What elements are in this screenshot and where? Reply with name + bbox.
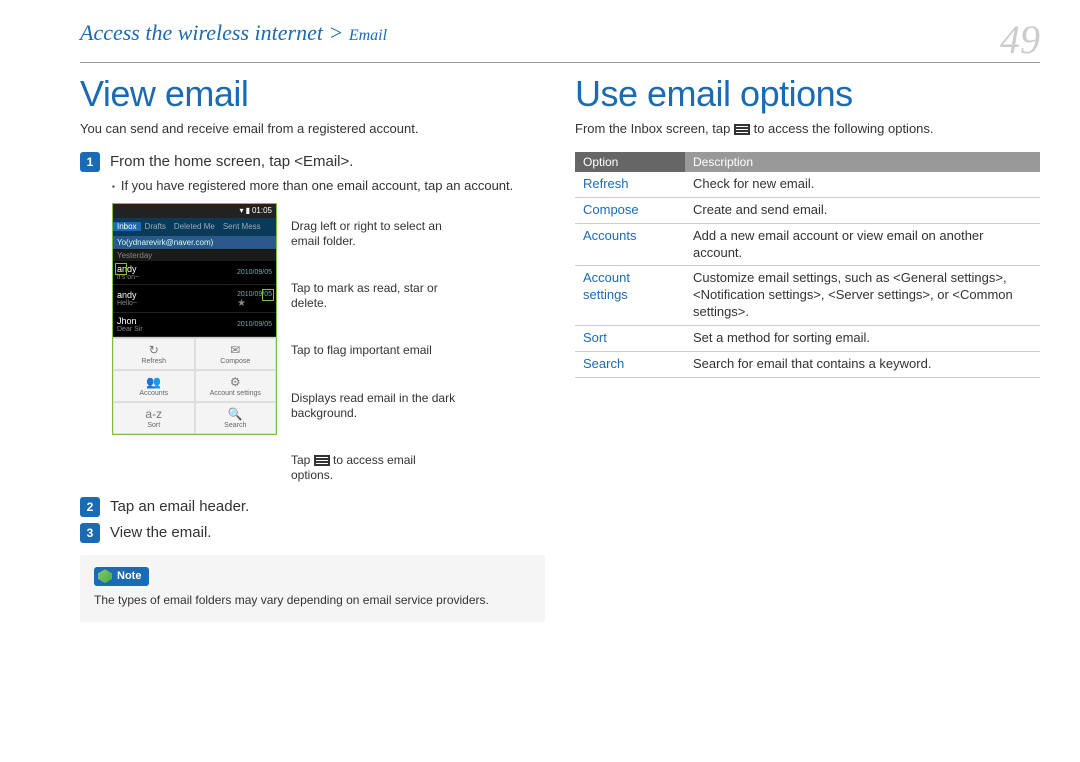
tab-deleted[interactable]: Deleted Me: [170, 222, 219, 231]
breadcrumb-main: Access the wireless internet >: [80, 20, 343, 45]
star-highlight: [262, 289, 274, 301]
step-text-2: Tap an email header.: [110, 497, 249, 517]
opt-accounts[interactable]: 👥Accounts: [113, 370, 195, 402]
opt-sort[interactable]: a-zSort: [113, 402, 195, 434]
callout-4: Displays read email in the dark backgrou…: [291, 391, 461, 421]
step-1-sub: If you have registered more than one ema…: [112, 178, 545, 195]
right-column: Use email options From the Inbox screen,…: [575, 73, 1040, 622]
note-box: Note The types of email folders may vary…: [80, 555, 545, 622]
page-container: Access the wireless internet > Email 49 …: [0, 0, 1080, 642]
right-title: Use email options: [575, 73, 1040, 115]
compose-icon: ✉: [198, 343, 274, 357]
phone-options-grid: ↻Refresh ✉Compose 👥Accounts ⚙Account set…: [113, 337, 276, 434]
callout-5: Tap to access email options.: [291, 453, 461, 483]
callouts: Drag left or right to select an email fo…: [291, 203, 461, 483]
table-row: SortSet a method for sorting email.: [575, 326, 1040, 352]
left-title: View email: [80, 73, 545, 115]
opt-compose[interactable]: ✉Compose: [195, 338, 277, 370]
breadcrumb: Access the wireless internet > Email: [80, 20, 387, 46]
battery-icon: ▮: [246, 206, 250, 215]
phone-address: Yo(ydnarevirk@naver.com): [113, 236, 276, 250]
opt-refresh[interactable]: ↻Refresh: [113, 338, 195, 370]
search-icon: 🔍: [198, 407, 274, 421]
phone-statusbar: ▾ ▮ 01:05: [113, 204, 276, 218]
menu-icon: [734, 124, 750, 135]
note-badge: Note: [94, 567, 149, 586]
accounts-icon: 👥: [116, 375, 192, 389]
wifi-icon: ▾: [240, 206, 244, 215]
callout-3: Tap to flag important email: [291, 343, 461, 358]
phone-tabs: Inbox Drafts Deleted Me Sent Mess: [113, 218, 276, 236]
star-icon[interactable]: ★: [237, 298, 246, 309]
note-icon: [98, 569, 112, 583]
step-text-1: From the home screen, tap <Email>.: [110, 152, 353, 172]
tab-sent[interactable]: Sent Mess: [219, 222, 265, 231]
opt-search[interactable]: 🔍Search: [195, 402, 277, 434]
email-row[interactable]: andy it's on~ 2010/09/05: [113, 261, 276, 285]
left-column: View email You can send and receive emai…: [80, 73, 545, 622]
checkbox-highlight: [115, 263, 127, 275]
step-1: 1 From the home screen, tap <Email>.: [80, 152, 545, 172]
step-3: 3 View the email.: [80, 523, 545, 543]
step-badge-1: 1: [80, 152, 100, 172]
email-row[interactable]: Jhon Dear Sir 2010/09/05: [113, 313, 276, 337]
table-header-row: Option Description: [575, 152, 1040, 172]
step-text-3: View the email.: [110, 523, 211, 543]
opt-account-settings[interactable]: ⚙Account settings: [195, 370, 277, 402]
table-row: Account settingsCustomize email settings…: [575, 266, 1040, 326]
page-number: 49: [1000, 20, 1040, 60]
th-option: Option: [575, 152, 685, 172]
email-row[interactable]: andy Hello~ 2010/09/05 ★: [113, 285, 276, 313]
gear-icon: ⚙: [198, 375, 274, 389]
phone-mock: ▾ ▮ 01:05 Inbox Drafts Deleted Me Sent M…: [112, 203, 277, 435]
table-row: AccountsAdd a new email account or view …: [575, 223, 1040, 266]
left-intro: You can send and receive email from a re…: [80, 121, 545, 138]
phone-time: 01:05: [252, 206, 272, 215]
note-label: Note: [117, 569, 141, 584]
tab-inbox[interactable]: Inbox: [113, 222, 141, 231]
right-intro: From the Inbox screen, tap to access the…: [575, 121, 1040, 138]
note-text: The types of email folders may vary depe…: [94, 592, 531, 608]
figure: ▾ ▮ 01:05 Inbox Drafts Deleted Me Sent M…: [112, 203, 545, 483]
tab-drafts[interactable]: Drafts: [141, 222, 170, 231]
step-badge-3: 3: [80, 523, 100, 543]
step-badge-2: 2: [80, 497, 100, 517]
phone-section-label: Yesterday: [113, 250, 276, 261]
step-2: 2 Tap an email header.: [80, 497, 545, 517]
callout-2: Tap to mark as read, star or delete.: [291, 281, 461, 311]
page-header: Access the wireless internet > Email 49: [80, 20, 1040, 63]
menu-icon: [314, 455, 330, 466]
table-row: RefreshCheck for new email.: [575, 172, 1040, 197]
sort-icon: a-z: [116, 407, 192, 421]
refresh-icon: ↻: [116, 343, 192, 357]
th-description: Description: [685, 152, 1040, 172]
callout-1: Drag left or right to select an email fo…: [291, 219, 461, 249]
breadcrumb-sub: Email: [349, 27, 387, 44]
options-table: Option Description RefreshCheck for new …: [575, 152, 1040, 378]
table-row: SearchSearch for email that contains a k…: [575, 352, 1040, 378]
table-row: ComposeCreate and send email.: [575, 197, 1040, 223]
